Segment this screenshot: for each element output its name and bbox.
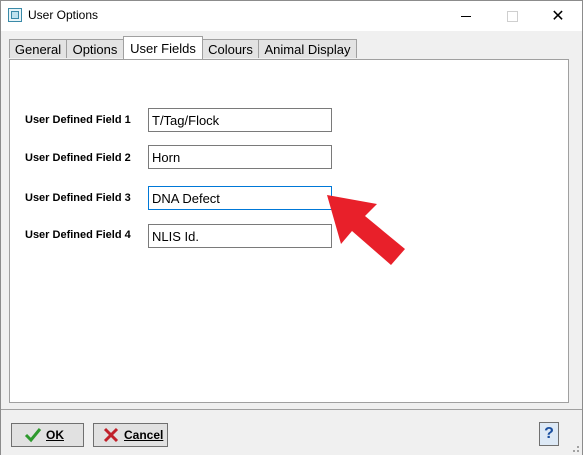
ok-label: OK <box>46 428 64 442</box>
user-options-window: User Options ✕ General Options User Fiel… <box>0 0 583 455</box>
close-button[interactable]: ✕ <box>535 1 581 31</box>
user-field-4-input[interactable] <box>148 224 332 248</box>
field-2-label: User Defined Field 2 <box>25 152 131 164</box>
close-icon: ✕ <box>551 6 565 25</box>
field-1-label: User Defined Field 1 <box>25 114 131 126</box>
arrow-annotation <box>327 195 405 265</box>
user-field-3-input[interactable] <box>148 186 332 210</box>
resize-grip-icon[interactable] <box>570 443 580 453</box>
help-button[interactable]: ? <box>539 422 559 446</box>
tab-user-fields[interactable]: User Fields <box>123 36 203 59</box>
app-icon <box>8 8 22 22</box>
tab-options[interactable]: Options <box>66 39 124 58</box>
maximize-button <box>489 1 535 31</box>
checkmark-icon <box>24 428 42 443</box>
minimize-icon <box>461 15 471 17</box>
tab-colours[interactable]: Colours <box>202 39 259 58</box>
window-title: User Options <box>28 8 99 22</box>
cancel-label: Cancel <box>124 428 164 442</box>
user-field-2-input[interactable] <box>148 145 332 169</box>
tab-strip: General Options User Fields Colours Anim… <box>9 36 569 59</box>
x-icon <box>103 427 119 443</box>
title-bar: User Options ✕ <box>1 1 582 31</box>
cancel-button[interactable]: Cancel <box>93 423 168 447</box>
field-4-label: User Defined Field 4 <box>25 229 131 241</box>
tab-general[interactable]: General <box>9 39 67 58</box>
minimize-button[interactable] <box>443 1 489 31</box>
maximize-icon <box>506 10 518 22</box>
field-3-label: User Defined Field 3 <box>25 192 131 204</box>
help-icon: ? <box>544 425 554 442</box>
user-field-1-input[interactable] <box>148 108 332 132</box>
tab-animal-display[interactable]: Animal Display <box>258 39 357 58</box>
ok-button[interactable]: OK <box>11 423 84 447</box>
button-bar: OK Cancel ? <box>1 409 582 455</box>
